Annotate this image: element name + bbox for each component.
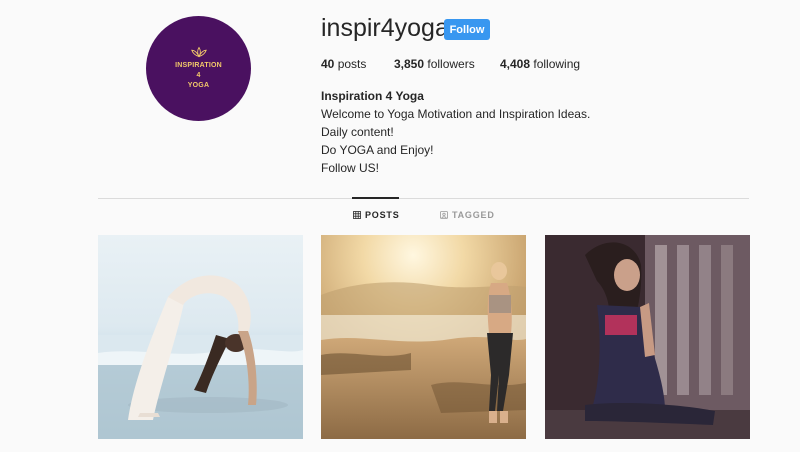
post-backbend-beach[interactable] [98, 235, 303, 439]
following-count: 4,408 [500, 57, 531, 71]
lotus-icon [190, 46, 207, 58]
posts-stat[interactable]: 40 posts [321, 57, 366, 71]
tab-active-indicator [352, 197, 399, 199]
tab-tagged[interactable]: TAGGED [440, 210, 495, 220]
following-label: following [533, 57, 581, 71]
bio-line: Do YOGA and Enjoy! [321, 143, 434, 157]
following-stat[interactable]: 4,408 following [500, 57, 580, 71]
posts-count: 40 [321, 57, 335, 71]
post-image-standing [321, 235, 526, 439]
avatar-text-line2: 4 [196, 72, 201, 79]
post-standing-sunset[interactable] [321, 235, 526, 439]
tag-icon [440, 211, 448, 219]
followers-stat[interactable]: 3,850 followers [394, 57, 475, 71]
tab-posts-label: POSTS [365, 210, 400, 220]
avatar-text-line3: YOGA [187, 82, 210, 89]
followers-label: followers [427, 57, 475, 71]
profile-full-name: Inspiration 4 Yoga [321, 89, 424, 103]
bio-line: Daily content! [321, 125, 394, 139]
follow-button[interactable]: Follow [444, 19, 490, 40]
grid-icon [353, 211, 361, 219]
posts-label: posts [337, 57, 367, 71]
post-seated-window[interactable] [545, 235, 750, 439]
avatar-text-line1: INSPIRATION [175, 62, 222, 69]
post-image-backbend [98, 235, 303, 439]
profile-bio: Inspiration 4 Yoga Welcome to Yoga Motiv… [321, 87, 590, 177]
tab-tagged-label: TAGGED [452, 210, 495, 220]
profile-username: inspir4yoga [321, 14, 449, 42]
bio-line: Welcome to Yoga Motivation and Inspirati… [321, 107, 591, 121]
tabs-divider [98, 198, 749, 199]
tab-posts[interactable]: POSTS [353, 210, 400, 220]
profile-avatar[interactable]: INSPIRATION 4 YOGA [146, 16, 251, 121]
post-image-seated [545, 235, 750, 439]
followers-count: 3,850 [394, 57, 425, 71]
bio-line: Follow US! [321, 161, 380, 175]
